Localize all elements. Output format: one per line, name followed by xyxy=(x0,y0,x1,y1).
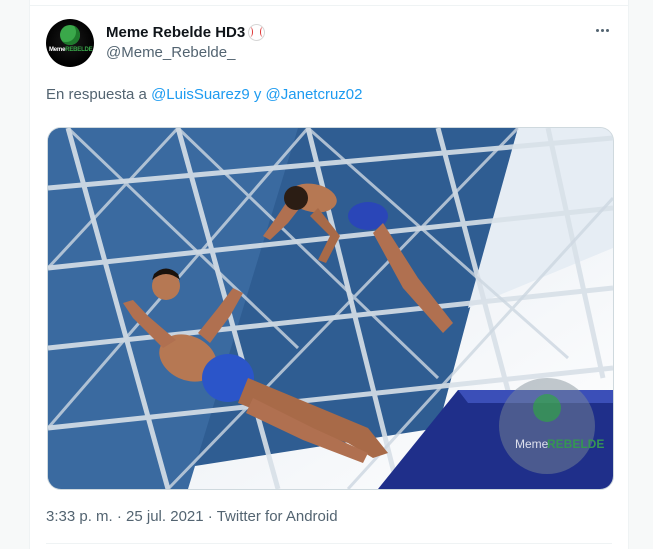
mention-link-1[interactable]: @LuisSuarez9 xyxy=(151,86,250,103)
mention-link-2[interactable]: @Janetcruz02 xyxy=(266,86,363,103)
baseball-icon xyxy=(248,24,266,41)
user-handle[interactable]: @Meme_Rebelde_ xyxy=(106,44,235,61)
mention-conjunction[interactable]: y xyxy=(254,86,262,103)
more-icon[interactable] xyxy=(590,20,614,40)
avatar-text: MemeREBELDE xyxy=(49,47,93,53)
svg-text:REBELDE: REBELDE xyxy=(547,437,604,451)
meta-separator: · xyxy=(207,508,213,525)
timestamp-link[interactable]: 3:33 p. m. · 25 jul. 2021 xyxy=(46,508,204,525)
display-name[interactable]: Meme Rebelde HD3 xyxy=(106,24,266,41)
photo-image: Meme REBELDE xyxy=(48,128,613,489)
source-label: Twitter for Android xyxy=(216,508,338,525)
divider xyxy=(46,543,612,544)
avatar[interactable]: MemeREBELDE xyxy=(46,19,94,67)
tweet-card[interactable]: MemeREBELDE Meme Rebelde HD3 @Meme_Rebel… xyxy=(29,0,629,549)
svg-text:Meme: Meme xyxy=(515,437,549,451)
tweet-meta: 3:33 p. m. · 25 jul. 2021 · Twitter for … xyxy=(46,508,338,525)
avatar-logo-icon xyxy=(60,25,80,45)
divider xyxy=(30,5,628,6)
tweet-photo[interactable]: Meme REBELDE xyxy=(47,127,614,490)
reply-context: En respuesta a @LuisSuarez9 y @Janetcruz… xyxy=(46,86,363,103)
